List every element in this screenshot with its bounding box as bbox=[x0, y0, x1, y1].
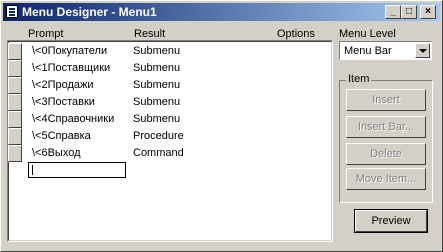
item-result[interactable]: Submenu bbox=[133, 62, 180, 74]
title-bar[interactable]: Menu Designer - Menu1 _ □ × bbox=[3, 3, 440, 21]
list-item[interactable]: \<3Поставки Submenu bbox=[8, 94, 330, 111]
item-result[interactable]: Submenu bbox=[133, 113, 180, 125]
menu-level-select[interactable]: Menu Bar bbox=[339, 41, 432, 60]
close-button[interactable]: × bbox=[420, 5, 436, 19]
move-item-button[interactable]: Move Item... bbox=[346, 168, 426, 190]
insert-button[interactable]: Insert bbox=[346, 89, 426, 111]
insert-bar-button[interactable]: Insert Bar... bbox=[346, 116, 426, 138]
menu-level-value: Menu Bar bbox=[344, 45, 392, 57]
row-mover-handle[interactable] bbox=[8, 77, 22, 94]
item-prompt[interactable]: \<2Продажи bbox=[32, 79, 94, 91]
menu-designer-icon bbox=[6, 5, 18, 18]
maximize-button[interactable]: □ bbox=[401, 5, 417, 19]
item-result[interactable]: Command bbox=[133, 147, 184, 159]
item-result[interactable]: Submenu bbox=[133, 45, 180, 57]
row-mover-handle[interactable] bbox=[8, 60, 22, 77]
chevron-down-icon[interactable] bbox=[415, 43, 430, 58]
list-item[interactable]: \<2Продажи Submenu bbox=[8, 77, 330, 94]
item-result[interactable]: Submenu bbox=[133, 79, 180, 91]
window-title: Menu Designer - Menu1 bbox=[22, 5, 157, 19]
row-mover-handle[interactable] bbox=[8, 145, 22, 162]
delete-button[interactable]: Delete bbox=[346, 143, 426, 165]
text-caret bbox=[32, 165, 33, 175]
item-prompt[interactable]: \<6Выход bbox=[32, 147, 81, 159]
options-column-header: Options bbox=[277, 28, 315, 40]
row-mover-handle[interactable] bbox=[8, 111, 22, 128]
row-mover-handle[interactable] bbox=[8, 128, 22, 145]
item-result[interactable]: Procedure bbox=[133, 130, 184, 142]
item-prompt[interactable]: \<5Справка bbox=[32, 130, 91, 142]
row-mover-handle[interactable] bbox=[8, 43, 22, 60]
item-prompt[interactable]: \<3Поставки bbox=[32, 96, 95, 108]
item-group-title: Item bbox=[346, 73, 372, 85]
minimize-button[interactable]: _ bbox=[385, 5, 401, 19]
menu-level-label: Menu Level bbox=[339, 28, 396, 40]
row-mover-handle[interactable] bbox=[8, 94, 22, 111]
prompt-column-header: Prompt bbox=[28, 28, 64, 40]
preview-button[interactable]: Preview bbox=[354, 209, 428, 233]
item-prompt[interactable]: \<4Справочники bbox=[32, 113, 114, 125]
item-result[interactable]: Submenu bbox=[133, 96, 180, 108]
list-item[interactable]: \<6Выход Command bbox=[8, 145, 330, 162]
item-prompt[interactable]: \<1Поставщики bbox=[32, 62, 110, 74]
list-item[interactable]: \<4Справочники Submenu bbox=[8, 111, 330, 128]
list-item[interactable]: \<0Покупатели Submenu bbox=[8, 43, 330, 60]
list-item[interactable]: \<5Справка Procedure bbox=[8, 128, 330, 145]
list-item[interactable]: \<1Поставщики Submenu bbox=[8, 60, 330, 77]
new-prompt-input[interactable] bbox=[28, 162, 126, 178]
item-prompt[interactable]: \<0Покупатели bbox=[32, 45, 107, 57]
result-column-header: Result bbox=[134, 28, 166, 40]
menu-items-list[interactable]: \<0Покупатели Submenu \<1Поставщики Subm… bbox=[7, 40, 333, 242]
